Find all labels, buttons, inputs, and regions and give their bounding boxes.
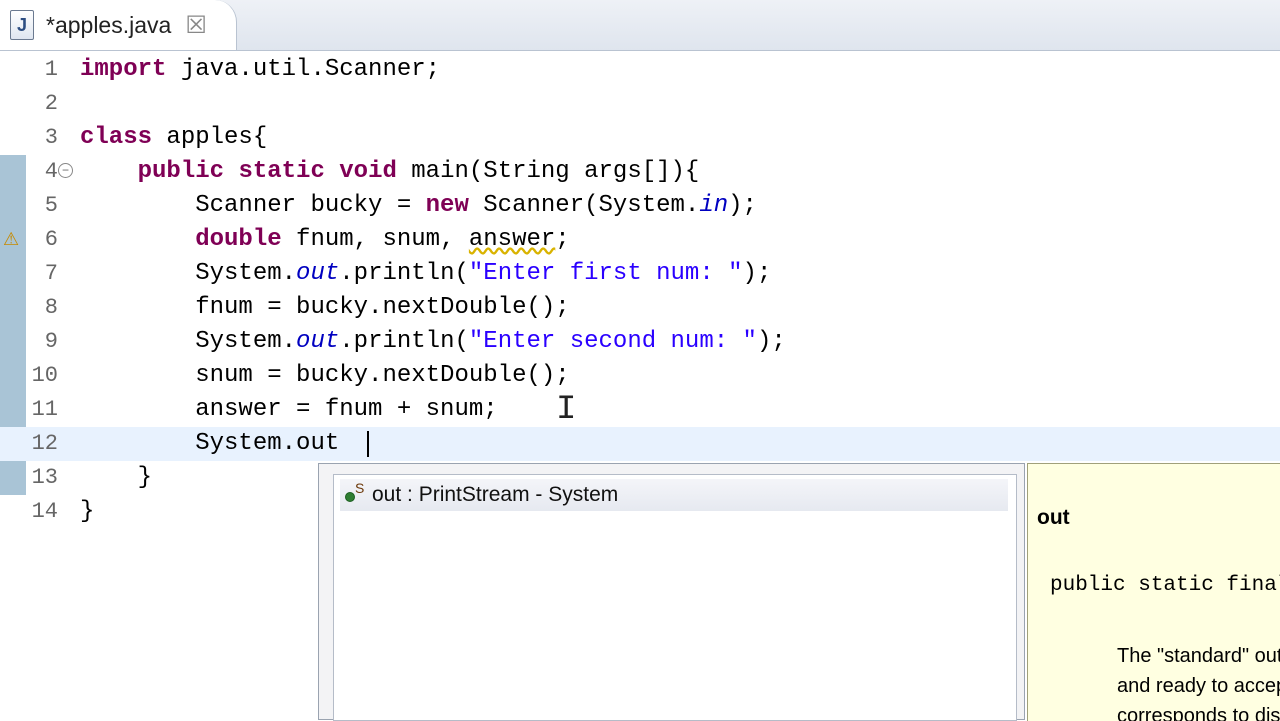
code-token: Scanner(System. <box>468 192 700 219</box>
code-token: answer = fnum + snum; <box>80 396 498 423</box>
code-line[interactable]: 12 System.out <box>0 427 1280 461</box>
code-text: snum = bucky.nextDouble(); <box>80 359 570 393</box>
code-text: answer = fnum + snum; <box>80 393 498 427</box>
code-text: Scanner bucky = new Scanner(System.in); <box>80 189 757 223</box>
code-text: class apples{ <box>80 121 267 155</box>
static-field-icon: S <box>344 480 368 508</box>
code-line[interactable]: 8 fnum = bucky.nextDouble(); <box>0 291 1280 325</box>
code-token: main(String args[]){ <box>396 158 700 185</box>
keyword-token: static <box>238 158 325 185</box>
editor-tab-bar: J *apples.java ☒ <box>0 0 1280 51</box>
tab-title: *apples.java <box>46 11 172 38</box>
code-token: ; <box>555 226 570 253</box>
code-line[interactable]: 7 System.out.println("Enter first num: "… <box>0 257 1280 291</box>
code-text: fnum = bucky.nextDouble(); <box>80 291 570 325</box>
code-line[interactable]: 6 double fnum, snum, answer; <box>0 223 1280 257</box>
keyword-token: new <box>425 192 469 219</box>
code-token: Scanner bucky = <box>80 192 426 219</box>
string-token: "Enter second num: " <box>468 328 757 355</box>
code-token: ); <box>756 328 786 355</box>
code-line[interactable]: 11 answer = fnum + snum; <box>0 393 1280 427</box>
collapse-icon[interactable]: − <box>58 163 73 178</box>
keyword-token: public <box>137 158 225 185</box>
tab-apples-java[interactable]: J *apples.java ☒ <box>0 0 237 50</box>
proposal-list[interactable]: S out : PrintStream - System <box>333 474 1017 721</box>
code-token: fnum = bucky.nextDouble(); <box>80 294 570 321</box>
javadoc-description-line: corresponds to display output <box>1117 705 1280 721</box>
line-number: 14 <box>31 499 58 524</box>
text-caret <box>367 431 369 457</box>
line-number: 3 <box>44 125 58 150</box>
keyword-token: void <box>339 158 397 185</box>
close-icon[interactable]: ☒ <box>185 11 207 40</box>
line-number: 7 <box>44 261 58 286</box>
code-token: apples{ <box>152 124 268 151</box>
line-number: 10 <box>31 363 58 388</box>
code-line[interactable]: 2 <box>0 87 1280 121</box>
javadoc-signature: public static final PrintStream out <box>1050 574 1280 597</box>
code-token: .println( <box>339 260 469 287</box>
keyword-token: double <box>195 226 282 253</box>
code-token: ); <box>742 260 772 287</box>
field-token: out <box>296 328 340 355</box>
line-number: 8 <box>44 295 58 320</box>
proposal-item[interactable]: S out : PrintStream - System <box>340 479 1008 511</box>
code-token: System. <box>80 328 297 355</box>
code-text: } <box>80 495 94 529</box>
code-token: answer <box>468 226 556 253</box>
field-token: in <box>699 192 729 219</box>
line-number: 11 <box>31 397 58 422</box>
code-line[interactable]: 4 public static void main(String args[])… <box>0 155 1280 189</box>
code-text: System.out <box>80 427 339 461</box>
line-number: 1 <box>44 57 58 82</box>
code-text: } <box>80 461 152 495</box>
warning-icon[interactable]: ⚠ <box>3 229 25 249</box>
keyword-token: import <box>80 56 167 83</box>
code-line[interactable]: 10 snum = bucky.nextDouble(); <box>0 359 1280 393</box>
line-number: 13 <box>31 465 58 490</box>
string-token: "Enter first num: " <box>468 260 743 287</box>
code-text: public static void main(String args[]){ <box>80 155 700 189</box>
code-token: } <box>80 498 95 525</box>
javadoc-hover: out public static final PrintStream out … <box>1027 463 1280 721</box>
code-line[interactable]: 3 class apples{ <box>0 121 1280 155</box>
keyword-token: class <box>80 124 153 151</box>
javadoc-title: out <box>1037 506 1070 529</box>
code-line[interactable]: 9 System.out.println("Enter second num: … <box>0 325 1280 359</box>
code-token: snum = bucky.nextDouble(); <box>80 362 570 389</box>
code-token: fnum, snum, <box>281 226 469 253</box>
code-text: import java.util.Scanner; <box>80 53 440 87</box>
line-number: 9 <box>44 329 58 354</box>
code-token: System.out <box>80 430 340 457</box>
content-assist-popup: S out : PrintStream - System <box>318 463 1025 721</box>
mouse-ibeam-cursor: I <box>556 391 577 429</box>
code-token: } <box>80 464 153 491</box>
line-number: 4 <box>44 159 58 184</box>
code-line[interactable]: 5 Scanner bucky = new Scanner(System.in)… <box>0 189 1280 223</box>
javadoc-description-line: and ready to accept output data. Typical… <box>1117 675 1280 697</box>
field-token: out <box>296 260 340 287</box>
code-text: System.out.println("Enter second num: ")… <box>80 325 786 359</box>
code-token: ); <box>728 192 757 219</box>
line-number: 5 <box>44 193 58 218</box>
code-text: double fnum, snum, answer; <box>80 223 570 257</box>
proposal-label: out : PrintStream - System <box>372 483 619 506</box>
line-number: 12 <box>31 431 58 456</box>
javadoc-description-line: The "standard" output stream. This strea… <box>1117 645 1280 667</box>
code-token: System. <box>80 260 297 287</box>
line-number: 2 <box>44 91 58 116</box>
java-file-icon: J <box>10 10 34 40</box>
code-text: System.out.println("Enter first num: "); <box>80 257 771 291</box>
code-token: java.util.Scanner; <box>166 56 441 83</box>
code-token: .println( <box>339 328 469 355</box>
line-number: 6 <box>44 227 58 252</box>
code-line[interactable]: 1 import java.util.Scanner; <box>0 53 1280 87</box>
